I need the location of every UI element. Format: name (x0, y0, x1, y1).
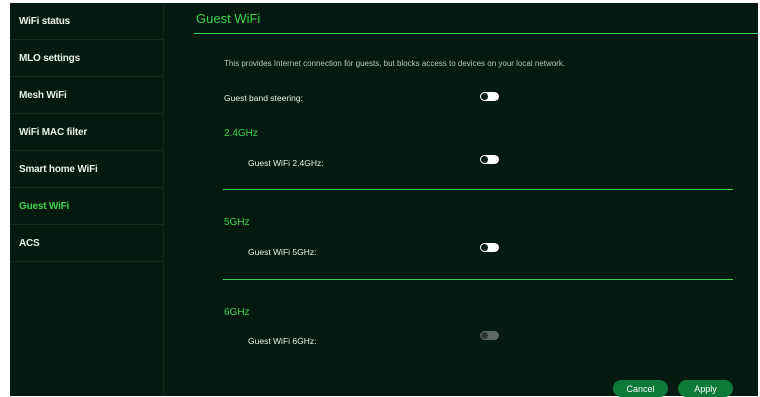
description-text: This provides Internet connection for gu… (224, 59, 566, 68)
band-title-2-4ghz: 2.4GHz (224, 128, 258, 139)
sidebar-item-mesh-wifi[interactable]: Mesh WiFi (10, 77, 163, 114)
sidebar-item-wifi-status[interactable]: WiFi status (10, 3, 163, 40)
toggle-knob (481, 156, 488, 163)
guest-wifi-2-4ghz-label: Guest WiFi 2.4GHz: (248, 158, 324, 168)
sidebar: WiFi status MLO settings Mesh WiFi WiFi … (10, 3, 164, 396)
sidebar-item-smart-home-wifi[interactable]: Smart home WiFi (10, 151, 163, 188)
guest-wifi-6ghz-toggle[interactable] (480, 331, 499, 340)
toggle-knob (481, 244, 488, 251)
toggle-knob (481, 93, 488, 100)
section-divider (223, 279, 733, 280)
apply-button[interactable]: Apply (678, 380, 733, 397)
guest-wifi-2-4ghz-toggle[interactable] (480, 155, 499, 164)
guest-wifi-6ghz-label: Guest WiFi 6GHz: (248, 336, 317, 346)
section-divider (223, 189, 733, 190)
sidebar-item-guest-wifi[interactable]: Guest WiFi (10, 188, 163, 225)
band-title-5ghz: 5GHz (224, 217, 250, 228)
page-title: Guest WiFi (196, 11, 261, 26)
guest-wifi-5ghz-label: Guest WiFi 5GHz: (248, 247, 317, 257)
main-panel: Guest WiFi This provides Internet connec… (164, 3, 758, 397)
guest-wifi-5ghz-toggle[interactable] (480, 243, 499, 252)
guest-band-steering-toggle[interactable] (480, 92, 499, 101)
sidebar-item-mlo-settings[interactable]: MLO settings (10, 40, 163, 77)
band-title-6ghz: 6GHz (224, 307, 250, 318)
sidebar-item-acs[interactable]: ACS (10, 225, 163, 262)
sidebar-item-wifi-mac-filter[interactable]: WiFi MAC filter (10, 114, 163, 151)
guest-band-steering-label: Guest band steering: (224, 93, 303, 103)
title-divider (194, 33, 758, 34)
cancel-button[interactable]: Cancel (613, 380, 668, 397)
toggle-knob (481, 332, 488, 339)
